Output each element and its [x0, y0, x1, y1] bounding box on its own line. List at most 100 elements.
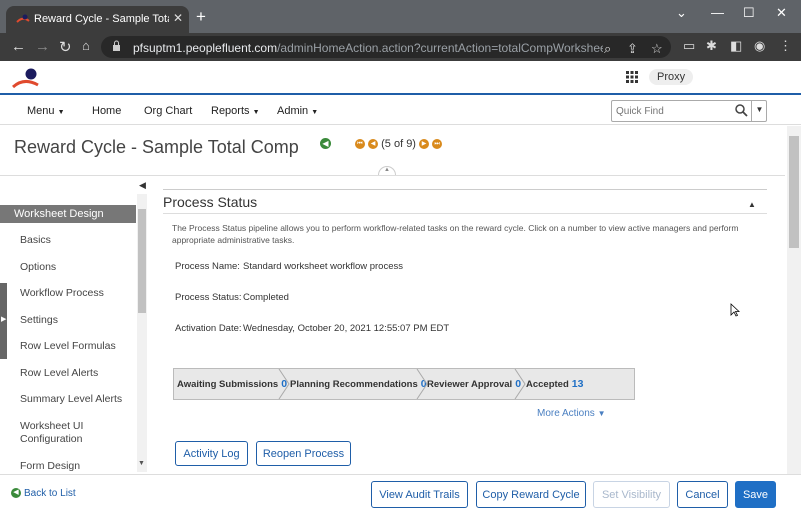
home-icon[interactable]: ⌂ [82, 38, 90, 53]
stage-label: Planning Recommendations [290, 379, 418, 390]
chevron-down-icon[interactable]: ⌄ [676, 5, 687, 21]
tab-close-icon[interactable]: ✕ [173, 11, 183, 25]
stage-label: Reviewer Approval [427, 379, 513, 390]
last-record-icon[interactable]: ⏭ [432, 139, 443, 150]
menu-label: Menu [27, 105, 55, 117]
apps-grid-icon[interactable] [626, 71, 638, 83]
collapse-section-icon[interactable]: ▲ [748, 200, 756, 209]
stage-label: Awaiting Submissions [177, 379, 279, 390]
stage-accepted: Accepted 13 [526, 378, 583, 390]
reports-label: Reports [211, 105, 250, 117]
browser-tab[interactable]: Reward Cycle - Sample Total Com ✕ [6, 6, 189, 33]
caret-down-icon: ▼ [597, 409, 606, 418]
next-record-icon[interactable]: ▶ [419, 139, 430, 150]
nav-org-chart[interactable]: Org Chart [144, 105, 192, 117]
pager-position: (5 of 9) [381, 138, 416, 150]
more-actions-label: More Actions [537, 408, 595, 419]
url-host: pfsuptm1.peoplefluent.com [133, 41, 278, 55]
proxy-button[interactable]: Proxy [649, 69, 694, 85]
quick-find-input[interactable] [616, 103, 734, 119]
copy-reward-cycle-button[interactable]: Copy Reward Cycle [476, 481, 586, 508]
stage-count[interactable]: 13 [572, 378, 584, 390]
profile-icon[interactable]: ◉ [754, 38, 765, 54]
url-text: pfsuptm1.peoplefluent.com/adminHomeActio… [133, 41, 603, 55]
expand-arrow-icon: ▶ [1, 316, 7, 323]
sidebar-item-form-design[interactable]: Form Design [20, 460, 80, 473]
nav-reports[interactable]: Reports ▼ [211, 105, 260, 117]
cast-icon[interactable]: ▭ [683, 38, 695, 54]
sidebar-item-worksheet-ui-configuration[interactable]: Worksheet UI Configuration [20, 420, 100, 446]
favicon-icon [16, 14, 30, 23]
menu-dropdown[interactable]: Menu ▼ [27, 105, 65, 117]
zoom-icon[interactable]: ⌕ [604, 41, 611, 57]
sidebar-item-summary-level-alerts[interactable]: Summary Level Alerts [20, 393, 122, 406]
left-panel-handle[interactable]: ▶ [0, 283, 7, 359]
sidebar-item-settings[interactable]: Settings [20, 314, 58, 327]
sidepanel-icon[interactable]: ◧ [730, 38, 742, 54]
caret-down-icon: ▼ [311, 109, 319, 116]
activation-date-label: Activation Date: [175, 323, 242, 334]
sidebar-item-row-level-alerts[interactable]: Row Level Alerts [20, 367, 98, 380]
stage-label: Accepted [526, 379, 569, 390]
address-bar: ← → ↻ ⌂ pfsuptm1.peoplefluent.com/adminH… [0, 33, 801, 61]
nav-admin[interactable]: Admin ▼ [277, 105, 318, 117]
scroll-down-icon[interactable]: ▼ [138, 460, 145, 467]
record-pager: ⏮ ◀ (5 of 9) ▶ ⏭ [355, 138, 443, 150]
caret-down-icon: ▼ [252, 109, 260, 116]
process-name-value: Standard worksheet workflow process [243, 261, 403, 272]
main-scrollbar-thumb[interactable] [789, 136, 799, 248]
back-to-list-link[interactable]: ◀ Back to List [11, 488, 76, 499]
sidebar-scrollbar-thumb[interactable] [138, 209, 146, 313]
save-button[interactable]: Save [735, 481, 776, 508]
sidebar-item-row-level-formulas[interactable]: Row Level Formulas [20, 340, 116, 353]
forward-arrow-icon[interactable]: → [35, 38, 50, 55]
stage-reviewer-approval: Reviewer Approval 0 [427, 378, 521, 390]
stage-awaiting-submissions: Awaiting Submissions 0 [177, 378, 287, 390]
page-title: Reward Cycle - Sample Total Comp [14, 137, 299, 157]
view-audit-trails-button[interactable]: View Audit Trails [371, 481, 468, 508]
set-visibility-button[interactable]: Set Visibility [593, 481, 670, 508]
window-close-icon[interactable]: ✕ [776, 5, 787, 21]
quick-find-dropdown-icon[interactable]: ▼ [751, 101, 767, 121]
mouse-cursor-icon [730, 303, 740, 317]
share-icon[interactable]: ⇪ [627, 41, 638, 57]
minimize-icon[interactable]: — [711, 5, 724, 20]
reload-icon[interactable]: ↻ [59, 38, 72, 56]
sidebar-heading: Worksheet Design [0, 205, 136, 223]
caret-down-icon: ▼ [57, 109, 65, 116]
back-to-list-label: Back to List [24, 488, 76, 499]
maximize-icon[interactable]: ☐ [743, 5, 755, 21]
back-arrow-icon[interactable]: ← [11, 38, 26, 55]
peoplefluent-logo [12, 68, 39, 89]
sidebar-item-workflow-process[interactable]: Workflow Process [20, 287, 104, 300]
sidebar-item-basics[interactable]: Basics [20, 234, 51, 247]
sidebar-item-options[interactable]: Options [20, 261, 56, 274]
url-field[interactable]: pfsuptm1.peoplefluent.com/adminHomeActio… [101, 36, 671, 58]
process-status-value: Completed [243, 292, 289, 303]
kebab-menu-icon[interactable]: ⋮ [779, 38, 792, 54]
section-rule [163, 213, 767, 214]
sidebar-collapse-icon[interactable]: ◀ [139, 180, 146, 191]
back-circle-icon: ◀ [11, 488, 21, 499]
nav-home[interactable]: Home [92, 105, 121, 117]
app-header: Proxy [0, 61, 801, 95]
process-pipeline: Awaiting Submissions 0 Planning Recommend… [173, 368, 635, 400]
reopen-process-button[interactable]: Reopen Process [256, 441, 351, 466]
search-icon[interactable] [735, 104, 748, 117]
star-icon[interactable]: ☆ [651, 41, 663, 57]
activity-log-button[interactable]: Activity Log [175, 441, 248, 466]
pipeline-chevron [514, 369, 526, 399]
browser-tabstrip: Reward Cycle - Sample Total Com ✕ + ⌄ — … [0, 0, 801, 33]
extensions-icon[interactable]: ✱ [706, 38, 717, 54]
url-path: /adminHomeAction.action?currentAction=to… [277, 41, 603, 55]
new-tab-icon[interactable]: + [196, 7, 206, 27]
previous-record-icon[interactable]: ◀ [368, 139, 379, 150]
first-record-icon[interactable]: ⏮ [355, 139, 365, 150]
lock-icon [113, 40, 120, 51]
section-title: Process Status [163, 194, 258, 210]
back-circle-icon[interactable]: ◀ [320, 138, 331, 149]
cancel-button[interactable]: Cancel [677, 481, 728, 508]
more-actions-dropdown[interactable]: More Actions ▼ [537, 408, 606, 419]
process-status-label: Process Status: [175, 292, 242, 303]
stage-planning-recommendations: Planning Recommendations 0 [290, 378, 427, 390]
